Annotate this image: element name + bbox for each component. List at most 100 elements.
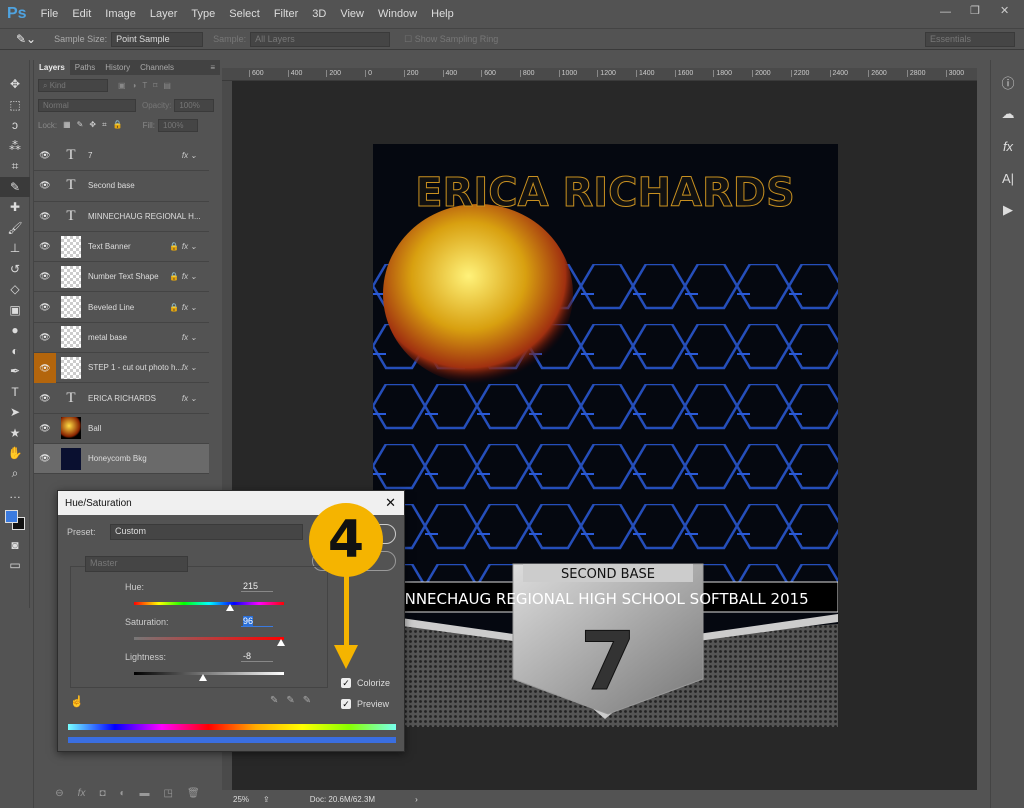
layer-row[interactable]: 👁 Beveled Line 🔒 fx ⌄ [34, 292, 209, 323]
menu-3d[interactable]: 3D [312, 8, 326, 20]
hue-slider[interactable] [134, 602, 284, 611]
hue-slider-thumb[interactable] [226, 604, 234, 611]
hue-field[interactable]: 215 [241, 581, 273, 592]
dodge-tool-icon[interactable]: ◐ [0, 341, 30, 362]
lightness-slider-thumb[interactable] [199, 674, 207, 681]
delete-layer-icon[interactable]: 🗑 [187, 788, 200, 799]
saturation-field[interactable]: 96 [243, 616, 254, 626]
visibility-eye-icon[interactable]: 👁 [34, 241, 56, 252]
play-action-icon[interactable]: ▶ [991, 194, 1024, 226]
fx-icon[interactable]: fx ⌄ [182, 363, 197, 372]
restore-button[interactable]: ❐ [970, 4, 980, 17]
colorize-checkbox[interactable]: ✓ Colorize [341, 678, 390, 688]
channel-select[interactable]: Master [85, 556, 188, 572]
blend-mode-select[interactable]: Normal [38, 98, 136, 112]
visibility-eye-icon[interactable]: 👁 [34, 180, 56, 191]
visibility-eye-icon[interactable]: 👁 [34, 332, 56, 343]
preset-select[interactable]: Custom [110, 524, 303, 540]
minimize-button[interactable]: — [940, 6, 951, 18]
share-icon[interactable]: ⇪ [263, 795, 270, 804]
adjustment-layer-icon[interactable]: ◐ [120, 788, 126, 799]
layer-row[interactable]: 👁 STEP 1 - cut out photo h... fx ⌄ [34, 352, 209, 384]
styles-icon[interactable]: fx [991, 130, 1024, 162]
tab-channels[interactable]: Channels [135, 63, 179, 72]
layer-row[interactable]: 👁 Ball [34, 414, 209, 444]
more-tools-icon[interactable]: … [0, 484, 30, 505]
close-app-button[interactable]: ✕ [1000, 4, 1009, 17]
menu-edit[interactable]: Edit [72, 8, 91, 20]
layer-row[interactable]: 👁 T Second base [34, 171, 209, 202]
quick-mask-icon[interactable]: ◙ [0, 535, 30, 556]
close-dialog-icon[interactable]: ✕ [385, 495, 396, 511]
menu-window[interactable]: Window [378, 8, 417, 20]
menu-help[interactable]: Help [431, 8, 454, 20]
foreground-color-swatch[interactable] [5, 509, 18, 523]
status-menu-arrow[interactable]: › [415, 795, 418, 804]
fx-icon[interactable]: fx ⌄ [182, 272, 197, 281]
visibility-eye-icon[interactable]: 👁 [34, 211, 56, 222]
eyedropper-tool-icon[interactable]: ✎⌄ [16, 32, 36, 46]
character-icon[interactable]: A| [991, 162, 1024, 194]
lock-icons[interactable]: ▦✎✥⌗🔒 [63, 120, 128, 130]
layer-filter-select[interactable]: ⌕ Kind [38, 78, 108, 92]
panel-menu-icon[interactable]: ≡ [205, 63, 220, 72]
layer-row[interactable]: 👁 metal base fx ⌄ [34, 323, 209, 354]
artwork-canvas[interactable]: ERICA RICHARDS SECOND BASE MINNECHAUG RE… [373, 144, 838, 727]
tab-history[interactable]: History [100, 63, 135, 72]
lasso-tool-icon[interactable]: ↄ [0, 115, 30, 136]
layer-row[interactable]: 👁 T 7 fx ⌄ [34, 141, 209, 172]
healing-tool-icon[interactable]: ✚ [0, 197, 30, 218]
fx-icon[interactable]: fx [78, 788, 86, 799]
visibility-eye-icon[interactable]: 👁 [34, 453, 56, 464]
visibility-eye-icon[interactable]: 👁 [34, 352, 56, 383]
menu-image[interactable]: Image [105, 8, 136, 20]
menu-filter[interactable]: Filter [274, 8, 298, 20]
fill-field[interactable]: 100% [158, 118, 199, 132]
path-selection-tool-icon[interactable]: ➤ [0, 402, 30, 423]
zoom-tool-icon[interactable]: ⌕ [0, 464, 30, 485]
saturation-slider-thumb[interactable] [277, 639, 285, 646]
new-group-icon[interactable]: ▬ [140, 788, 150, 799]
eyedropper-icons[interactable]: ✎✎✎ [270, 695, 319, 706]
visibility-eye-icon[interactable]: 👁 [34, 150, 56, 161]
lightness-field[interactable]: -8 [241, 651, 273, 662]
zoom-level[interactable]: 25% [233, 795, 249, 804]
eyedropper-tool-icon[interactable]: ✎ [0, 176, 30, 197]
layer-row[interactable]: 👁 T MINNECHAUG REGIONAL H... [34, 202, 209, 232]
fx-icon[interactable]: fx ⌄ [182, 151, 197, 160]
menu-select[interactable]: Select [229, 8, 260, 20]
blur-tool-icon[interactable]: ● [0, 320, 30, 341]
type-tool-icon[interactable]: T [0, 382, 30, 403]
menu-type[interactable]: Type [191, 8, 215, 20]
move-tool-icon[interactable]: ✥ [0, 74, 30, 95]
new-layer-icon[interactable]: ◳ [164, 788, 173, 799]
link-layers-icon[interactable]: ⊖ [55, 788, 63, 799]
fx-icon[interactable]: fx ⌄ [182, 394, 197, 403]
add-mask-icon[interactable]: ◘ [99, 788, 105, 799]
color-swatches[interactable] [0, 505, 29, 535]
lightness-slider[interactable] [134, 672, 284, 681]
layer-row[interactable]: 👁 Number Text Shape 🔒 fx ⌄ [34, 262, 209, 293]
menu-layer[interactable]: Layer [150, 8, 178, 20]
magic-wand-tool-icon[interactable]: ⁂ [0, 136, 30, 157]
tab-paths[interactable]: Paths [70, 63, 100, 72]
stamp-tool-icon[interactable]: ⊥ [0, 238, 30, 259]
marquee-tool-icon[interactable]: ⬚ [0, 95, 30, 116]
saturation-slider[interactable] [134, 637, 285, 646]
targeted-adjustment-icon[interactable]: ☝ [70, 695, 84, 708]
sample-size-select[interactable]: Point Sample [111, 31, 204, 47]
shape-tool-icon[interactable]: ★ [0, 423, 30, 444]
sample-select[interactable]: All Layers [250, 31, 391, 47]
tab-layers[interactable]: Layers [34, 60, 70, 75]
pen-tool-icon[interactable]: ✒ [0, 361, 30, 382]
eraser-tool-icon[interactable]: ◇ [0, 279, 30, 300]
workspace-select[interactable]: Essentials [925, 31, 1015, 47]
crop-tool-icon[interactable]: ⌗ [0, 156, 30, 177]
hand-tool-icon[interactable]: ✋ [0, 443, 30, 464]
visibility-eye-icon[interactable]: 👁 [34, 271, 56, 282]
history-brush-tool-icon[interactable]: ↺ [0, 259, 30, 280]
menu-file[interactable]: File [41, 8, 59, 20]
visibility-eye-icon[interactable]: 👁 [34, 393, 56, 404]
layer-row[interactable]: 👁 Text Banner 🔒 fx ⌄ [34, 232, 209, 263]
fx-icon[interactable]: fx ⌄ [182, 242, 197, 251]
